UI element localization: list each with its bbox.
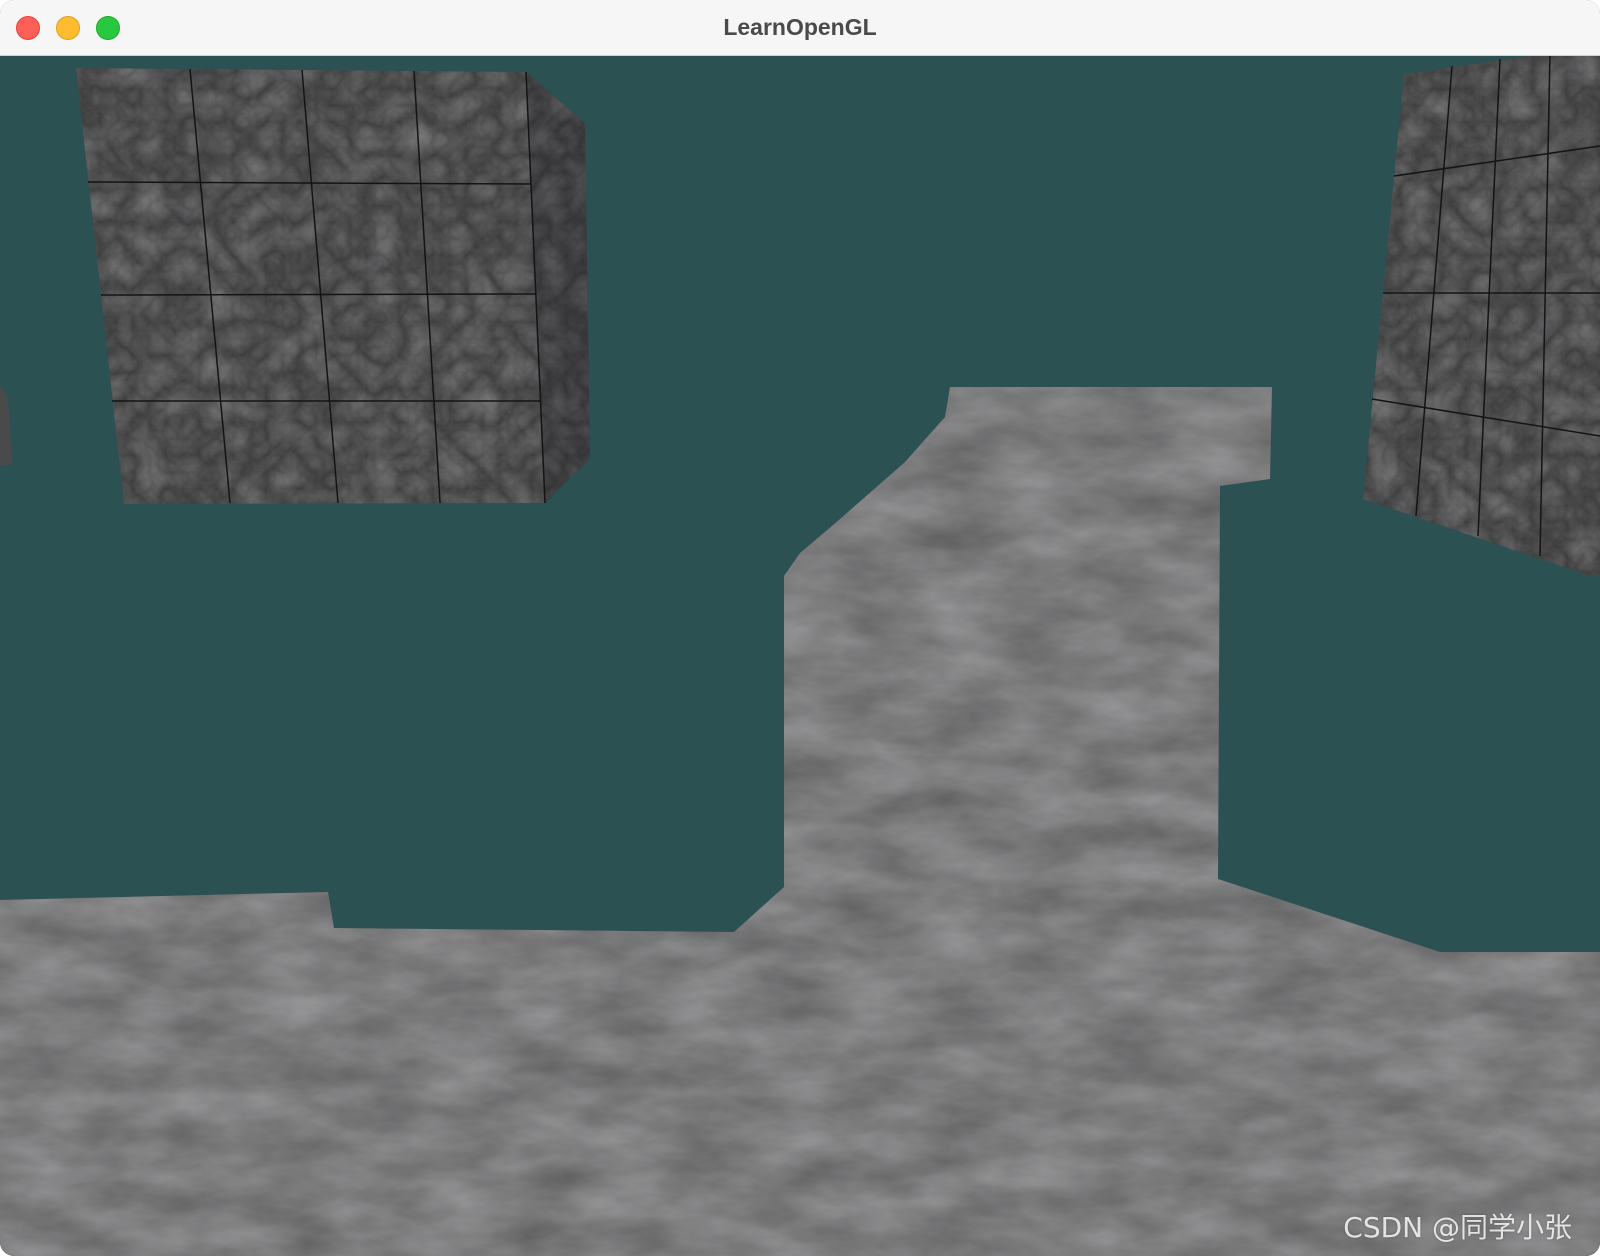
watermark-text: CSDN @同学小张 bbox=[1343, 1211, 1572, 1244]
app-window: LearnOpenGL CSDN @同学小张 bbox=[0, 0, 1600, 1256]
window-title: LearnOpenGL bbox=[723, 14, 877, 40]
scene-canvas bbox=[0, 56, 1600, 1256]
opengl-viewport[interactable]: CSDN @同学小张 bbox=[0, 56, 1600, 1256]
marble-cube-left bbox=[76, 68, 590, 504]
marble-cube-right bbox=[1363, 56, 1600, 576]
title-bar[interactable]: LearnOpenGL bbox=[0, 0, 1600, 56]
